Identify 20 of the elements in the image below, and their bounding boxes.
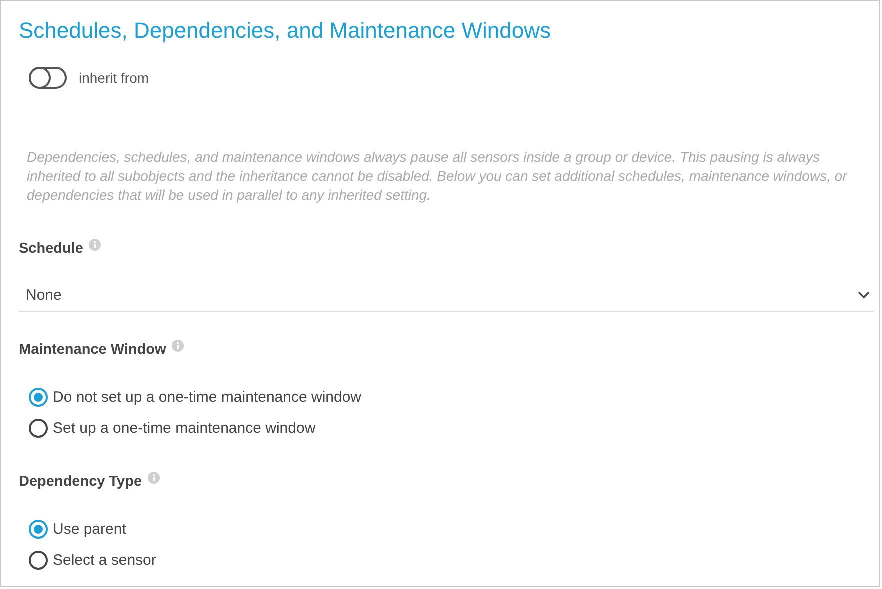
info-icon[interactable]: [148, 472, 160, 484]
radio-label[interactable]: Use parent: [53, 520, 126, 538]
radio-button[interactable]: [29, 388, 48, 406]
radio-button[interactable]: [29, 418, 48, 438]
field-label: Maintenance Window: [19, 342, 166, 358]
info-icon[interactable]: [89, 239, 102, 251]
radio-label[interactable]: Select a sensor: [53, 552, 156, 568]
toggle-switch[interactable]: [29, 67, 67, 89]
chevron-down-icon: [858, 291, 870, 299]
radio-button[interactable]: [29, 520, 48, 538]
description-text: Dependencies, schedules, and maintenance windows always pause all sensors inside a group or device. This pausing is always inherited to all subobjects and the inheritance cannot be disabled. Below you can set additional schedules, maintenance windows, or dependencies that will be used in parallel to any inherited setting.: [27, 148, 849, 205]
radio-button[interactable]: [29, 550, 48, 570]
radio-label[interactable]: Do not set up a one-time maintenance window: [53, 388, 362, 406]
radio-label[interactable]: Set up a one-time maintenance window: [53, 420, 316, 436]
toggle-label: inherit from: [79, 70, 150, 86]
section-title: Schedules, Dependencies, and Maintenance Windows: [19, 17, 552, 45]
schedule-dropdown[interactable]: None: [19, 285, 874, 312]
field-label: Dependency Type: [19, 474, 142, 490]
info-icon[interactable]: [172, 340, 184, 352]
field-label: Schedule: [19, 241, 84, 257]
